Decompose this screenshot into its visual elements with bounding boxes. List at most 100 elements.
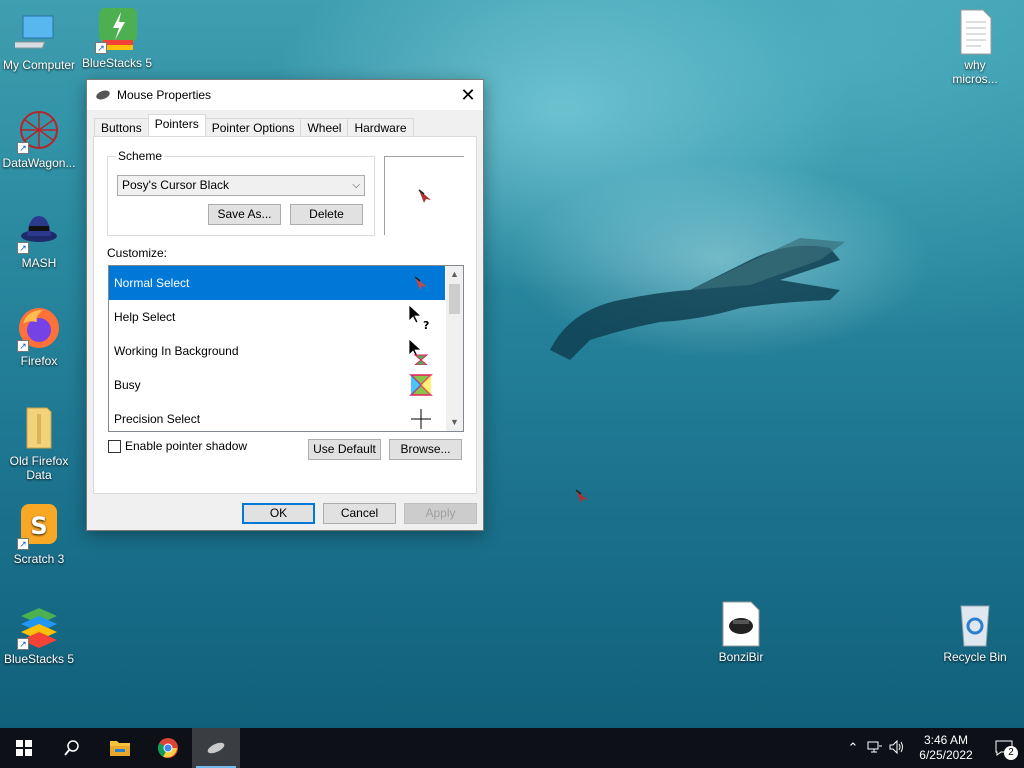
- recycle-bin-icon: [960, 605, 990, 647]
- network-icon[interactable]: [864, 740, 886, 757]
- dialog-titlebar[interactable]: Mouse Properties ✕: [87, 80, 483, 110]
- mouse-properties-taskbar-button[interactable]: [192, 728, 240, 768]
- chevron-down-icon: ⌵: [352, 180, 360, 191]
- list-item[interactable]: Working In Background: [109, 334, 445, 368]
- list-item[interactable]: Normal Select: [109, 266, 445, 300]
- desktop-icon-label: why micros...: [952, 58, 998, 86]
- tab-strip: Buttons Pointers Pointer Options Wheel H…: [94, 114, 414, 138]
- desktop-icon-bonzibir[interactable]: BonziBir: [702, 600, 780, 664]
- cursor-role-label: Help Select: [114, 310, 176, 324]
- desktop-icon-label: Recycle Bin: [943, 650, 1007, 664]
- desktop-icon-label: DataWagon...: [2, 156, 76, 170]
- scheme-group: Scheme Posy's Cursor Black ⌵ Save As... …: [107, 149, 375, 236]
- desktop-icon-label: BonziBir: [718, 650, 764, 664]
- mouse-properties-icon: [207, 742, 225, 754]
- browse-button[interactable]: Browse...: [389, 439, 462, 460]
- diver-background-image: [550, 238, 845, 360]
- shortcut-arrow-icon: ↗: [17, 340, 29, 352]
- mouse-cursor-icon: [575, 489, 588, 503]
- close-button[interactable]: ✕: [453, 80, 483, 110]
- desktop-icon-label: Scratch 3: [13, 552, 65, 566]
- search-button[interactable]: [48, 728, 96, 768]
- customize-label: Customize:: [107, 246, 168, 260]
- cursor-role-label: Busy: [114, 378, 141, 392]
- desktop-icon-firefox[interactable]: ↗ Firefox: [0, 304, 78, 368]
- shortcut-arrow-icon: ↗: [17, 142, 29, 154]
- desktop-icon-label: Firefox: [20, 354, 58, 368]
- tab-pointers[interactable]: Pointers: [147, 114, 206, 136]
- desktop-icon-label: Old Firefox Data: [9, 454, 69, 482]
- scroll-up-icon[interactable]: ▲: [446, 266, 463, 283]
- desktop-icon-datawagon[interactable]: ↗ DataWagon...: [0, 106, 78, 170]
- desktop-icon-scratch[interactable]: S ↗ Scratch 3: [0, 502, 78, 566]
- shortcut-arrow-icon: ↗: [17, 242, 29, 254]
- pointer-shadow-option[interactable]: Enable pointer shadow: [108, 439, 247, 453]
- tab-wheel[interactable]: Wheel: [300, 118, 349, 138]
- scheme-legend: Scheme: [116, 149, 165, 163]
- cursor-list[interactable]: Normal Select Help Select ? Working In B…: [108, 265, 464, 432]
- pointer-shadow-checkbox[interactable]: [108, 439, 121, 453]
- cursor-role-label: Working In Background: [114, 344, 239, 358]
- notification-count-badge: 2: [1004, 746, 1018, 760]
- desktop-icon-label: MASH: [21, 256, 57, 270]
- apply-button[interactable]: Apply: [404, 503, 477, 524]
- desktop-icon-recycle-bin[interactable]: Recycle Bin: [936, 600, 1014, 664]
- arrow-cursor-icon: [414, 276, 427, 290]
- tab-hardware[interactable]: Hardware: [347, 118, 414, 138]
- scrollbar-thumb[interactable]: [449, 284, 460, 314]
- list-scrollbar[interactable]: ▲ ▼: [446, 266, 463, 431]
- clock-date: 6/25/2022: [919, 748, 973, 762]
- file-explorer-taskbar-button[interactable]: [96, 728, 144, 768]
- pointers-tab-panel: Scheme Posy's Cursor Black ⌵ Save As... …: [93, 136, 477, 494]
- mouse-properties-dialog: Mouse Properties ✕ Buttons Pointers Poin…: [86, 79, 484, 531]
- list-item[interactable]: Busy: [109, 368, 445, 402]
- desktop-icon-mash[interactable]: ↗ MASH: [0, 206, 78, 270]
- ok-button[interactable]: OK: [242, 503, 315, 524]
- search-icon: [64, 740, 79, 756]
- cursor-role-label: Precision Select: [114, 412, 201, 426]
- list-item[interactable]: Precision Select: [109, 402, 445, 431]
- dialog-title: Mouse Properties: [117, 88, 212, 102]
- help-cursor-icon: ?: [408, 304, 429, 331]
- bonzibir-icon: [722, 601, 760, 647]
- shortcut-arrow-icon: ↗: [17, 538, 29, 550]
- file-explorer-icon: [110, 741, 130, 756]
- shortcut-arrow-icon: ↗: [95, 42, 107, 54]
- busy-cursor-icon: [409, 374, 433, 396]
- pointer-shadow-label: Enable pointer shadow: [125, 439, 248, 453]
- desktop-icon-bluestacks[interactable]: ↗ BlueStacks 5: [0, 602, 78, 666]
- taskbar-clock[interactable]: 3:46 AM 6/25/2022: [908, 733, 984, 763]
- desktop-icon-bluestacks-multi[interactable]: ↗ BlueStacks 5 Multi-Inst...: [78, 6, 156, 70]
- svg-text:?: ?: [423, 319, 429, 331]
- chevron-up-icon[interactable]: ⌃: [842, 740, 864, 756]
- save-as-button[interactable]: Save As...: [208, 204, 281, 225]
- shortcut-arrow-icon: ↗: [17, 638, 29, 650]
- chrome-taskbar-button[interactable]: [144, 728, 192, 768]
- desktop-icon-label: BlueStacks 5: [3, 652, 75, 666]
- scroll-down-icon[interactable]: ▼: [446, 414, 463, 431]
- desktop-icon-label: BlueStacks 5 Multi-Inst...: [81, 56, 153, 70]
- delete-button[interactable]: Delete: [290, 204, 363, 225]
- working-cursor-icon: [408, 338, 429, 365]
- tab-pointer-options[interactable]: Pointer Options: [204, 118, 302, 138]
- cancel-button[interactable]: Cancel: [323, 503, 396, 524]
- use-default-button[interactable]: Use Default: [308, 439, 381, 460]
- clock-time: 3:46 AM: [923, 733, 969, 747]
- cursor-role-label: Normal Select: [114, 276, 190, 290]
- scheme-dropdown[interactable]: Posy's Cursor Black ⌵: [117, 175, 365, 196]
- system-tray: ⌃ 3:46 AM 6/25/2022 2: [842, 728, 1024, 768]
- desktop-icon-old-firefox-data[interactable]: Old Firefox Data: [0, 404, 78, 482]
- desktop-icon-my-computer[interactable]: My Computer: [0, 8, 78, 72]
- scheme-selected-value: Posy's Cursor Black: [122, 178, 229, 192]
- taskbar: ⌃ 3:46 AM 6/25/2022 2: [0, 728, 1024, 768]
- list-item[interactable]: Help Select ?: [109, 300, 445, 334]
- start-button[interactable]: [0, 728, 48, 768]
- tab-buttons[interactable]: Buttons: [94, 118, 149, 138]
- speaker-icon[interactable]: [886, 739, 908, 757]
- computer-icon: [11, 15, 54, 49]
- crosshair-cursor-icon: [411, 409, 431, 429]
- desktop-icon-why-micros[interactable]: why micros...: [936, 8, 1014, 86]
- cursor-preview: [384, 156, 464, 235]
- action-center-button[interactable]: 2: [984, 728, 1024, 768]
- chrome-icon: [157, 738, 178, 758]
